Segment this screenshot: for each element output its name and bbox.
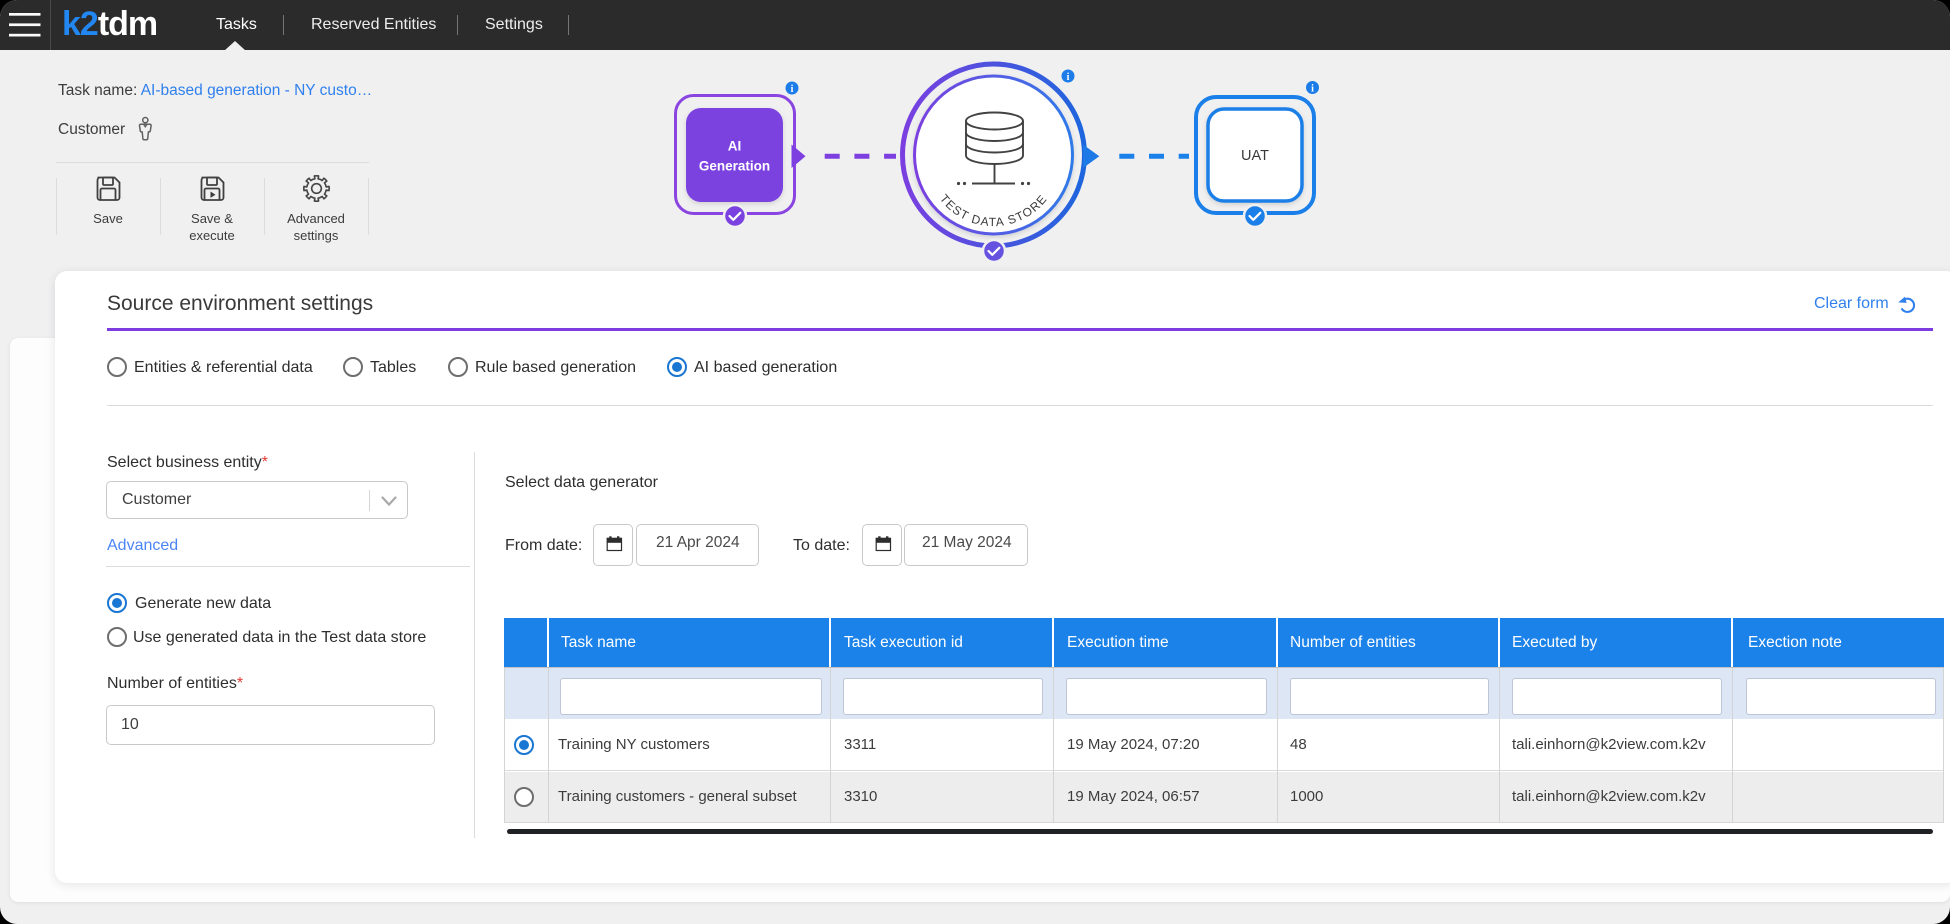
svg-text:AI: AI: [728, 139, 742, 154]
svg-text:i: i: [791, 84, 794, 95]
svg-text:i: i: [1311, 83, 1314, 94]
svg-text:UAT: UAT: [1241, 148, 1269, 164]
svg-text:Generation: Generation: [699, 159, 770, 174]
svg-text:i: i: [1067, 72, 1070, 83]
